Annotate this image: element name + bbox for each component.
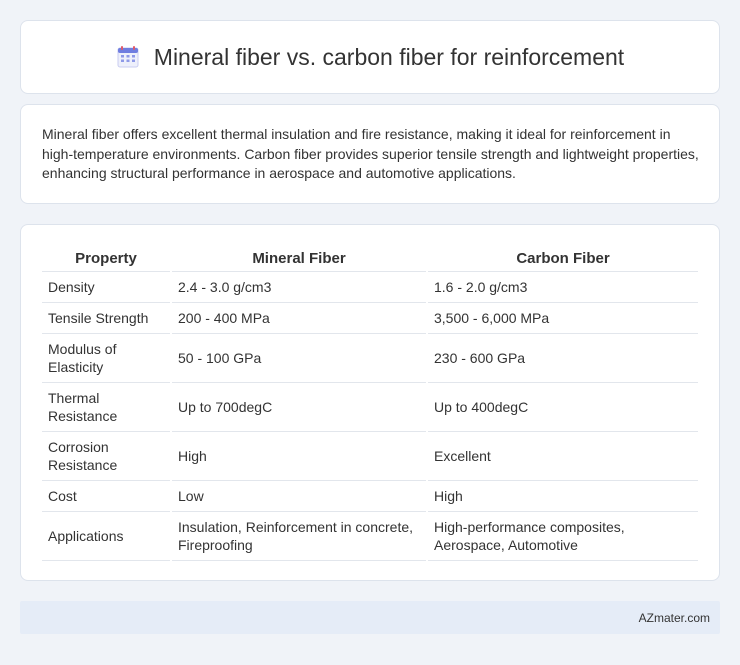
carbon-fiber-cell: Excellent (426, 431, 698, 481)
footer-bar: AZmater.com (20, 601, 720, 634)
comparison-table: Property Mineral Fiber Carbon Fiber Dens… (42, 245, 698, 561)
column-header-carbon-fiber: Carbon Fiber (426, 245, 698, 272)
column-header-mineral-fiber: Mineral Fiber (170, 245, 427, 272)
carbon-fiber-cell: 3,500 - 6,000 MPa (426, 302, 698, 334)
carbon-fiber-cell: High (426, 480, 698, 512)
property-cell: Thermal Resistance (42, 382, 171, 432)
property-cell: Corrosion Resistance (42, 431, 171, 481)
carbon-fiber-cell: 1.6 - 2.0 g/cm3 (426, 271, 698, 303)
property-cell: Tensile Strength (42, 302, 171, 334)
title-card: Mineral fiber vs. carbon fiber for reinf… (20, 20, 720, 94)
column-header-property: Property (42, 245, 171, 272)
mineral-fiber-cell: Low (170, 480, 427, 512)
table-row: Cost Low High (42, 480, 698, 512)
table-row: Density 2.4 - 3.0 g/cm3 1.6 - 2.0 g/cm3 (42, 271, 698, 303)
property-cell: Density (42, 271, 171, 303)
mineral-fiber-cell: High (170, 431, 427, 481)
mineral-fiber-cell: 2.4 - 3.0 g/cm3 (170, 271, 427, 303)
mineral-fiber-cell: 50 - 100 GPa (170, 333, 427, 383)
carbon-fiber-cell: 230 - 600 GPa (426, 333, 698, 383)
mineral-fiber-cell: 200 - 400 MPa (170, 302, 427, 334)
intro-card: Mineral fiber offers excellent thermal i… (20, 104, 720, 204)
intro-text: Mineral fiber offers excellent thermal i… (42, 126, 699, 181)
property-cell: Applications (42, 511, 171, 561)
table-row: Thermal Resistance Up to 700degC Up to 4… (42, 382, 698, 432)
carbon-fiber-cell: Up to 400degC (426, 382, 698, 432)
table-row: Applications Insulation, Reinforcement i… (42, 511, 698, 561)
carbon-fiber-cell: High-performance composites, Aerospace, … (426, 511, 698, 561)
mineral-fiber-cell: Up to 700degC (170, 382, 427, 432)
calendar-icon (116, 45, 140, 69)
page-title: Mineral fiber vs. carbon fiber for reinf… (153, 43, 625, 70)
footer-site-name: AZmater.com (638, 611, 710, 625)
table-row: Modulus of Elasticity 50 - 100 GPa 230 -… (42, 333, 698, 383)
property-cell: Cost (42, 480, 171, 512)
comparison-card: Property Mineral Fiber Carbon Fiber Dens… (20, 224, 720, 581)
table-row: Corrosion Resistance High Excellent (42, 431, 698, 481)
table-header-row: Property Mineral Fiber Carbon Fiber (42, 245, 698, 272)
property-cell: Modulus of Elasticity (42, 333, 171, 383)
mineral-fiber-cell: Insulation, Reinforcement in concrete, F… (170, 511, 427, 561)
table-row: Tensile Strength 200 - 400 MPa 3,500 - 6… (42, 302, 698, 334)
